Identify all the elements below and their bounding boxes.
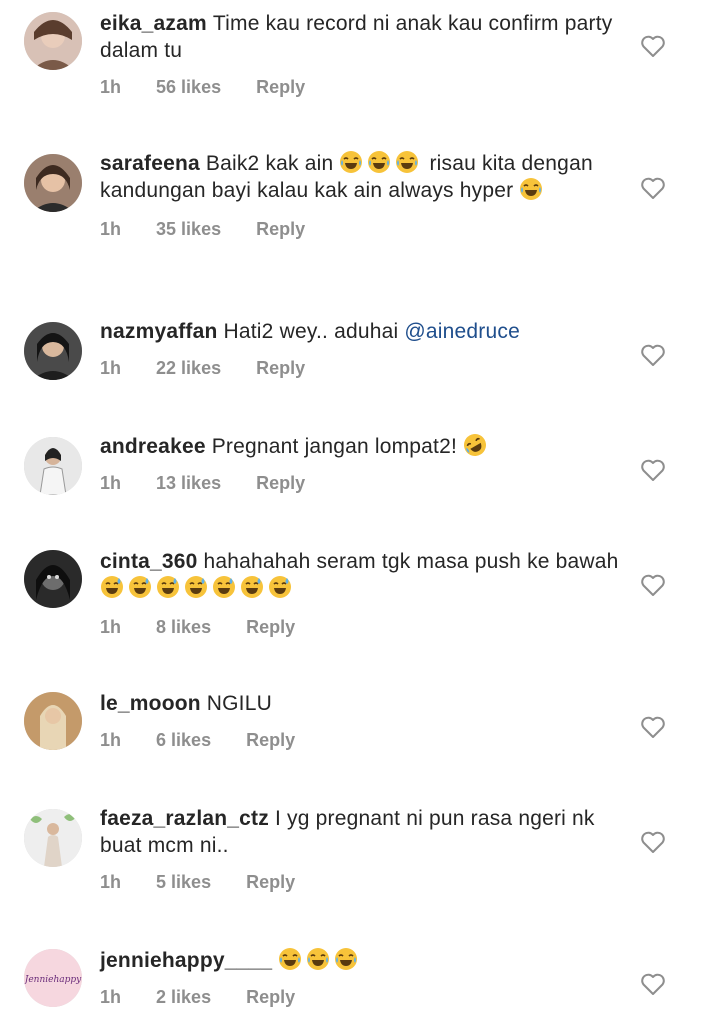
avatar[interactable] — [24, 12, 82, 70]
reply-button[interactable]: Reply — [256, 219, 305, 240]
reply-button[interactable]: Reply — [246, 987, 295, 1008]
comment-username[interactable]: cinta_360 — [100, 550, 198, 573]
comment-time: 1h — [100, 77, 122, 97]
face-tears-of-joy-emoji — [395, 150, 419, 174]
comment-likes[interactable]: 2 likes — [156, 987, 211, 1008]
avatar[interactable] — [24, 437, 82, 495]
comment-time: 1h — [100, 219, 122, 239]
reply-button[interactable]: Reply — [256, 358, 305, 379]
reply-button[interactable]: Reply — [256, 473, 305, 494]
grinning-sweat-emoji — [268, 575, 292, 599]
comment-meta: 1h 13 likes Reply — [100, 473, 630, 494]
avatar[interactable] — [24, 692, 82, 750]
heart-outline-icon[interactable] — [640, 830, 666, 854]
comment-meta: 1h 6 likes Reply — [100, 730, 630, 751]
avatar-logo-text: Jenniehappy — [24, 975, 82, 985]
grinning-sweat-emoji — [184, 575, 208, 599]
comment-likes[interactable]: 6 likes — [156, 730, 211, 751]
comment-username[interactable]: eika_azam — [100, 12, 207, 35]
avatar[interactable] — [24, 322, 82, 380]
comment-time: 1h — [100, 617, 122, 637]
avatar[interactable] — [24, 809, 82, 867]
comment-text: jenniehappy____ — [100, 947, 630, 974]
heart-outline-icon[interactable] — [640, 458, 666, 482]
comment-username[interactable]: faeza_razlan_ctz — [100, 807, 269, 830]
comment-body: Baik2 kak ain — [205, 152, 334, 175]
rolling-on-floor-laughing-emoji — [464, 434, 487, 456]
comment-meta: 1h 5 likes Reply — [100, 872, 630, 893]
comment-time: 1h — [100, 473, 122, 493]
comment-text: le_mooon NGILU — [100, 690, 630, 717]
mention-link[interactable]: @ainedruce — [404, 320, 520, 343]
comment-likes[interactable]: 13 likes — [156, 473, 221, 494]
comment-body: Pregnant jangan lompat2! — [211, 435, 458, 458]
comment-text: faeza_razlan_ctz I yg pregnant ni pun ras… — [100, 805, 630, 859]
heart-outline-icon[interactable] — [640, 34, 666, 58]
face-tears-of-joy-emoji — [339, 150, 363, 174]
avatar[interactable] — [24, 550, 82, 608]
comment-username[interactable]: sarafeena — [100, 152, 200, 175]
comment-text: sarafeena Baik2 kak ain risau kita dengan… — [100, 150, 630, 204]
comment-text: cinta_360 hahahahah seram tgk masa push k… — [100, 548, 630, 602]
grinning-sweat-emoji — [100, 575, 124, 599]
comment-likes[interactable]: 56 likes — [156, 77, 221, 98]
heart-outline-icon[interactable] — [640, 573, 666, 597]
heart-outline-icon[interactable] — [640, 343, 666, 367]
face-tears-of-joy-emoji — [278, 947, 302, 971]
face-tears-of-joy-emoji — [334, 947, 358, 971]
comment-text: andreakee Pregnant jangan lompat2! — [100, 433, 630, 460]
comment-username[interactable]: nazmyaffan — [100, 320, 218, 343]
comment-time: 1h — [100, 872, 122, 892]
comment-body: Hati2 wey.. aduhai — [223, 320, 399, 343]
reply-button[interactable]: Reply — [246, 617, 295, 638]
face-tears-of-joy-emoji — [306, 947, 330, 971]
comment-body: NGILU — [206, 692, 272, 715]
reply-button[interactable]: Reply — [256, 77, 305, 98]
heart-outline-icon[interactable] — [640, 176, 666, 200]
comment-likes[interactable]: 8 likes — [156, 617, 211, 638]
comment-likes[interactable]: 22 likes — [156, 358, 221, 379]
avatar[interactable] — [24, 154, 82, 212]
comment-time: 1h — [100, 730, 122, 750]
comment-likes[interactable]: 5 likes — [156, 872, 211, 893]
reply-button[interactable]: Reply — [246, 872, 295, 893]
grinning-sweat-emoji — [240, 575, 264, 599]
comment-time: 1h — [100, 987, 122, 1007]
face-tears-of-joy-emoji — [519, 177, 543, 201]
grinning-sweat-emoji — [128, 575, 152, 599]
comment-body: hahahahah seram tgk masa push ke bawah — [203, 550, 619, 573]
comment-meta: 1h 35 likes Reply — [100, 219, 630, 240]
comment-username[interactable]: andreakee — [100, 435, 206, 458]
face-tears-of-joy-emoji — [367, 150, 391, 174]
comment-text: nazmyaffan Hati2 wey.. aduhai @ainedruce — [100, 318, 630, 345]
comment-meta: 1h 56 likes Reply — [100, 77, 630, 98]
comment-meta: 1h 22 likes Reply — [100, 358, 630, 379]
grinning-sweat-emoji — [212, 575, 236, 599]
heart-outline-icon[interactable] — [640, 972, 666, 996]
comment-username[interactable]: jenniehappy____ — [100, 949, 272, 972]
grinning-sweat-emoji — [156, 575, 180, 599]
comment-meta: 1h 2 likes Reply — [100, 987, 630, 1008]
comment-username[interactable]: le_mooon — [100, 692, 201, 715]
comment-text: eika_azam Time kau record ni anak kau con… — [100, 10, 630, 64]
comment-meta: 1h 8 likes Reply — [100, 617, 630, 638]
comment-time: 1h — [100, 358, 122, 378]
heart-outline-icon[interactable] — [640, 715, 666, 739]
reply-button[interactable]: Reply — [246, 730, 295, 751]
comment-likes[interactable]: 35 likes — [156, 219, 221, 240]
avatar[interactable]: Jenniehappy — [24, 949, 82, 1007]
